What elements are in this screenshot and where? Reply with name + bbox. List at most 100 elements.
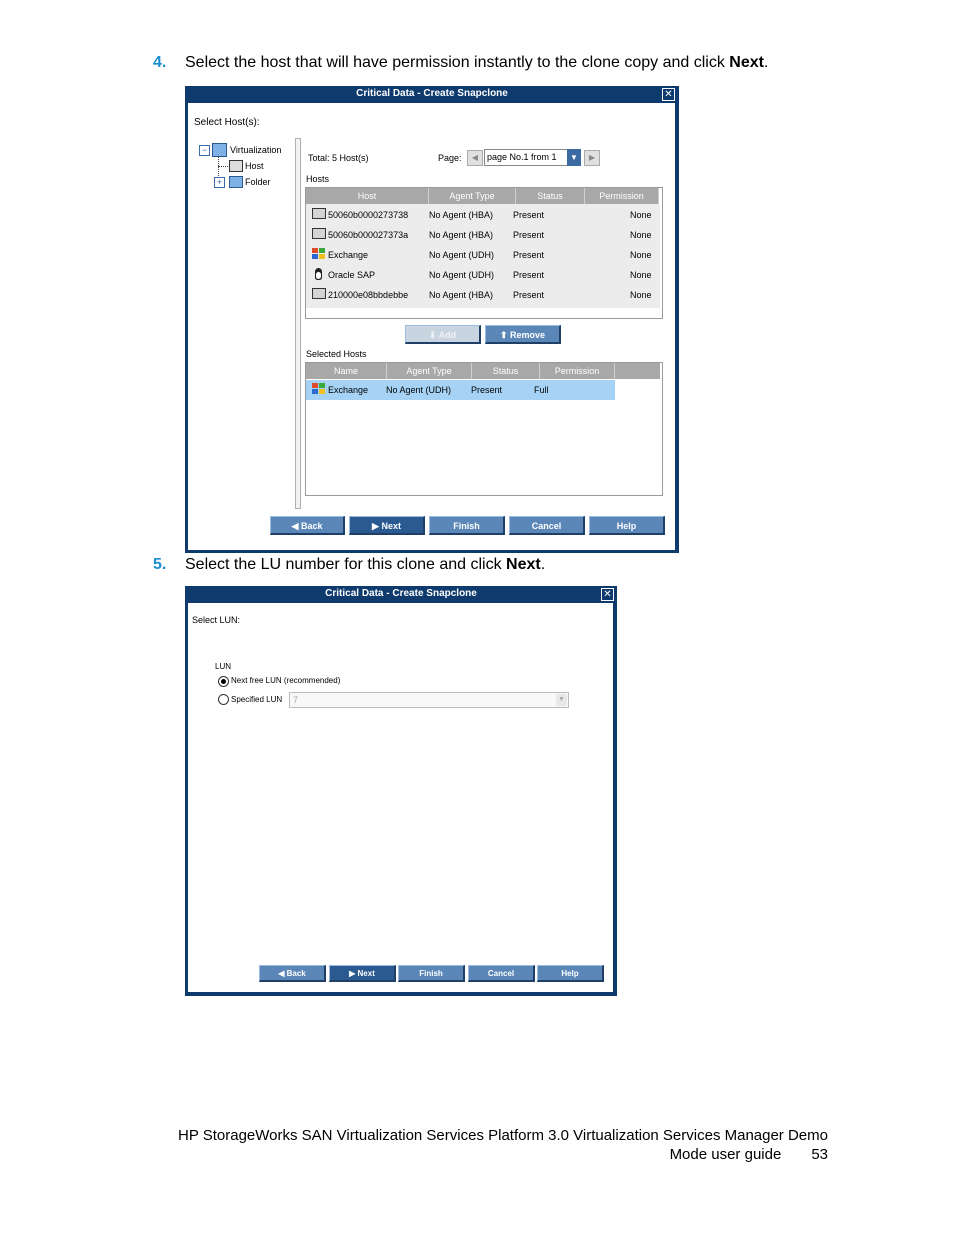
remove-button-label: Remove bbox=[510, 330, 546, 340]
dialog-title: Critical Data - Create Snapclone bbox=[356, 88, 508, 99]
agent-type: No Agent (UDH) bbox=[429, 250, 495, 260]
table-row[interactable]: 50060b000027373a No Agent (HBA) Present … bbox=[306, 225, 660, 245]
column-header-status[interactable]: Status bbox=[516, 188, 585, 204]
column-header-agent-type[interactable]: Agent Type bbox=[387, 363, 472, 379]
tree-item-host[interactable]: Host bbox=[245, 161, 264, 171]
column-header-host[interactable]: Host bbox=[306, 188, 429, 204]
radio-next-free-lun[interactable] bbox=[218, 676, 229, 687]
next-button[interactable]: ▶ Next bbox=[349, 516, 425, 535]
dialog-title: Critical Data - Create Snapclone bbox=[325, 588, 477, 599]
finish-button-label: Finish bbox=[419, 969, 443, 978]
permission: None bbox=[630, 250, 652, 260]
table-row[interactable]: 50060b0000273738 No Agent (HBA) Present … bbox=[306, 205, 660, 225]
remove-button[interactable]: ⬆ Remove bbox=[485, 325, 561, 344]
table-row-selected[interactable]: Exchange No Agent (UDH) Present Full bbox=[306, 380, 615, 400]
column-header-status[interactable]: Status bbox=[472, 363, 540, 379]
host-name: Exchange bbox=[328, 250, 369, 260]
add-button[interactable]: ⬇ Add bbox=[405, 325, 481, 344]
host-name: 50060b000027373a bbox=[328, 230, 409, 240]
step-text: Select the host that will have permissio… bbox=[185, 54, 730, 71]
help-button[interactable]: Help bbox=[537, 965, 604, 982]
close-icon[interactable]: ✕ bbox=[601, 588, 614, 601]
page-select[interactable]: page No.1 from 1 bbox=[484, 149, 568, 166]
back-button[interactable]: ◀ Back bbox=[259, 965, 326, 982]
host-name: Exchange bbox=[328, 385, 369, 395]
column-header-name[interactable]: Name bbox=[306, 363, 387, 379]
next-button[interactable]: ▶ Next bbox=[329, 965, 396, 982]
select-hosts-prompt: Select Host(s): bbox=[194, 117, 260, 128]
agent-type: No Agent (HBA) bbox=[429, 210, 494, 220]
server-icon bbox=[312, 228, 326, 240]
back-button[interactable]: ◀ Back bbox=[270, 516, 345, 535]
selected-hosts-table: Name Agent Type Status Permission Exchan… bbox=[305, 362, 663, 496]
collapse-icon[interactable]: − bbox=[199, 145, 210, 156]
create-snapclone-dialog-lun: Critical Data - Create Snapclone ✕ Selec… bbox=[185, 586, 617, 996]
step-4-instruction: 4. Select the host that will have permiss… bbox=[153, 54, 768, 72]
arrow-left-icon: ◀ bbox=[291, 521, 299, 531]
table-row[interactable]: Exchange No Agent (UDH) Present None bbox=[306, 245, 660, 265]
agent-type: No Agent (UDH) bbox=[429, 270, 495, 280]
table-row[interactable]: Oracle SAP No Agent (UDH) Present None bbox=[306, 265, 660, 285]
help-button-label: Help bbox=[561, 969, 579, 978]
status: Present bbox=[513, 270, 545, 280]
arrow-down-icon: ⬇ bbox=[428, 330, 437, 340]
cancel-button-label: Cancel bbox=[531, 521, 562, 531]
page-number: 53 bbox=[811, 1146, 828, 1163]
agent-type: No Agent (HBA) bbox=[429, 230, 494, 240]
next-page-icon[interactable]: ▶ bbox=[584, 150, 600, 166]
status: Present bbox=[513, 290, 545, 300]
option-specified-lun[interactable]: Specified LUN bbox=[231, 695, 282, 704]
arrow-up-icon: ⬆ bbox=[499, 330, 508, 340]
page-label: Page: bbox=[438, 153, 462, 163]
lun-label: LUN bbox=[215, 662, 232, 671]
virtualization-icon bbox=[212, 143, 227, 157]
dialog-body: Select LUN: LUN Next free LUN (recommend… bbox=[188, 603, 613, 992]
page-footer: HP StorageWorks SAN Virtualization Servi… bbox=[178, 1126, 828, 1164]
prev-page-icon[interactable]: ◀ bbox=[467, 150, 483, 166]
chevron-down-icon[interactable]: ▼ bbox=[567, 149, 581, 166]
next-button-label: Next bbox=[357, 969, 375, 978]
column-header-permission[interactable]: Permission bbox=[585, 188, 659, 204]
page-select-value: page No.1 from 1 bbox=[487, 152, 557, 162]
header-filler bbox=[615, 363, 660, 379]
step-text: Select the LU number for this clone and … bbox=[185, 556, 507, 573]
permission: None bbox=[630, 270, 652, 280]
permission: None bbox=[630, 230, 652, 240]
lun-select[interactable]: 7 ▼ bbox=[289, 692, 569, 708]
finish-button[interactable]: Finish bbox=[398, 965, 465, 982]
agent-type: No Agent (HBA) bbox=[429, 290, 494, 300]
server-icon bbox=[312, 208, 326, 220]
lun-select-value: 7 bbox=[293, 695, 299, 705]
splitter[interactable] bbox=[295, 138, 301, 509]
add-button-label: Add bbox=[438, 330, 457, 340]
cancel-button[interactable]: Cancel bbox=[468, 965, 535, 982]
column-header-agent-type[interactable]: Agent Type bbox=[429, 188, 516, 204]
help-button[interactable]: Help bbox=[589, 516, 665, 535]
table-row[interactable]: 210000e08bbdebbe No Agent (HBA) Present … bbox=[306, 285, 660, 305]
footer-line-1: HP StorageWorks SAN Virtualization Servi… bbox=[177, 1127, 828, 1144]
selected-hosts-label: Selected Hosts bbox=[306, 349, 367, 359]
option-next-free-lun[interactable]: Next free LUN (recommended) bbox=[231, 676, 340, 685]
help-button-label: Help bbox=[616, 521, 637, 531]
permission: Full bbox=[534, 385, 549, 395]
column-header-permission[interactable]: Permission bbox=[540, 363, 615, 379]
status: Present bbox=[513, 230, 545, 240]
tree-item-folder[interactable]: Folder bbox=[245, 177, 271, 187]
cancel-button[interactable]: Cancel bbox=[509, 516, 585, 535]
windows-icon bbox=[312, 248, 326, 260]
chevron-down-icon[interactable]: ▼ bbox=[556, 694, 567, 706]
footer-doc-name: Mode user guide bbox=[669, 1146, 782, 1163]
total-hosts: Total: 5 Host(s) bbox=[308, 153, 369, 163]
host-icon bbox=[229, 160, 243, 172]
tree-item-virtualization[interactable]: Virtualization bbox=[230, 145, 281, 155]
step-bold: Next bbox=[506, 556, 541, 573]
finish-button[interactable]: Finish bbox=[429, 516, 505, 535]
hosts-table: Host Agent Type Status Permission 50060b… bbox=[305, 187, 663, 319]
cancel-button-label: Cancel bbox=[487, 969, 515, 978]
step-5-instruction: 5. Select the LU number for this clone an… bbox=[153, 556, 545, 574]
tree-line bbox=[218, 166, 228, 167]
folder-icon bbox=[229, 176, 243, 188]
close-icon[interactable]: ✕ bbox=[662, 88, 675, 101]
radio-specified-lun[interactable] bbox=[218, 694, 229, 705]
expand-icon[interactable]: + bbox=[214, 177, 225, 188]
